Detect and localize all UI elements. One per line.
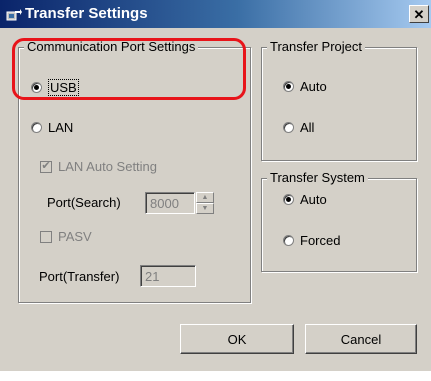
port-search-input[interactable]: 8000 bbox=[145, 192, 195, 214]
project-all-radio-circle bbox=[283, 122, 294, 133]
project-all-radio[interactable]: All bbox=[283, 120, 314, 135]
project-auto-radio-dot bbox=[286, 84, 291, 89]
project-auto-radio[interactable]: Auto bbox=[283, 79, 327, 94]
usb-highlight-annotation bbox=[12, 38, 246, 100]
port-search-spinner[interactable]: ▲ ▼ bbox=[196, 192, 214, 214]
port-transfer-label: Port(Transfer) bbox=[39, 269, 120, 284]
system-auto-radio-circle bbox=[283, 194, 294, 205]
pasv-check-box bbox=[40, 230, 52, 243]
lan-label: LAN bbox=[48, 120, 74, 135]
spin-up-icon[interactable]: ▲ bbox=[196, 192, 214, 203]
spin-down-icon[interactable]: ▼ bbox=[196, 203, 214, 214]
cancel-button[interactable]: Cancel bbox=[305, 324, 417, 354]
lan-radio[interactable]: LAN bbox=[31, 120, 73, 135]
window-title: Transfer Settings bbox=[25, 5, 148, 22]
system-auto-radio-dot bbox=[286, 197, 291, 202]
transfer-project-group: Transfer Project bbox=[261, 39, 417, 161]
project-auto-radio-circle bbox=[283, 81, 294, 92]
cancel-button-label: Cancel bbox=[340, 331, 382, 347]
title-bar[interactable]: Transfer Settings ✕ bbox=[0, 0, 431, 28]
lan-auto-setting-check-icon: ✔ bbox=[40, 160, 52, 173]
transfer-system-legend: Transfer System bbox=[267, 170, 368, 185]
close-icon: ✕ bbox=[413, 6, 425, 22]
transfer-settings-dialog: Transfer Settings ✕ Communication Port S… bbox=[0, 0, 431, 371]
pasv-checkbox[interactable]: PASV bbox=[40, 229, 92, 244]
project-all-label: All bbox=[300, 120, 315, 135]
system-auto-radio[interactable]: Auto bbox=[283, 192, 327, 207]
system-auto-label: Auto bbox=[300, 192, 327, 207]
ok-button[interactable]: OK bbox=[180, 324, 294, 354]
project-auto-label: Auto bbox=[300, 79, 327, 94]
lan-radio-circle bbox=[31, 122, 42, 133]
pasv-label: PASV bbox=[58, 229, 92, 244]
lan-auto-setting-label: LAN Auto Setting bbox=[58, 159, 158, 174]
system-forced-radio-circle bbox=[283, 235, 294, 246]
port-search-value: 8000 bbox=[150, 195, 179, 211]
lan-auto-setting-checkbox[interactable]: ✔ LAN Auto Setting bbox=[40, 159, 157, 174]
port-transfer-input[interactable]: 21 bbox=[140, 265, 196, 287]
close-button[interactable]: ✕ bbox=[409, 5, 429, 23]
port-transfer-value: 21 bbox=[145, 268, 160, 284]
system-forced-label: Forced bbox=[300, 233, 341, 248]
ok-button-label: OK bbox=[227, 331, 247, 347]
port-search-label: Port(Search) bbox=[47, 195, 121, 210]
transfer-project-legend: Transfer Project bbox=[267, 39, 365, 54]
transfer-icon bbox=[6, 9, 22, 21]
system-forced-radio[interactable]: Forced bbox=[283, 233, 340, 248]
